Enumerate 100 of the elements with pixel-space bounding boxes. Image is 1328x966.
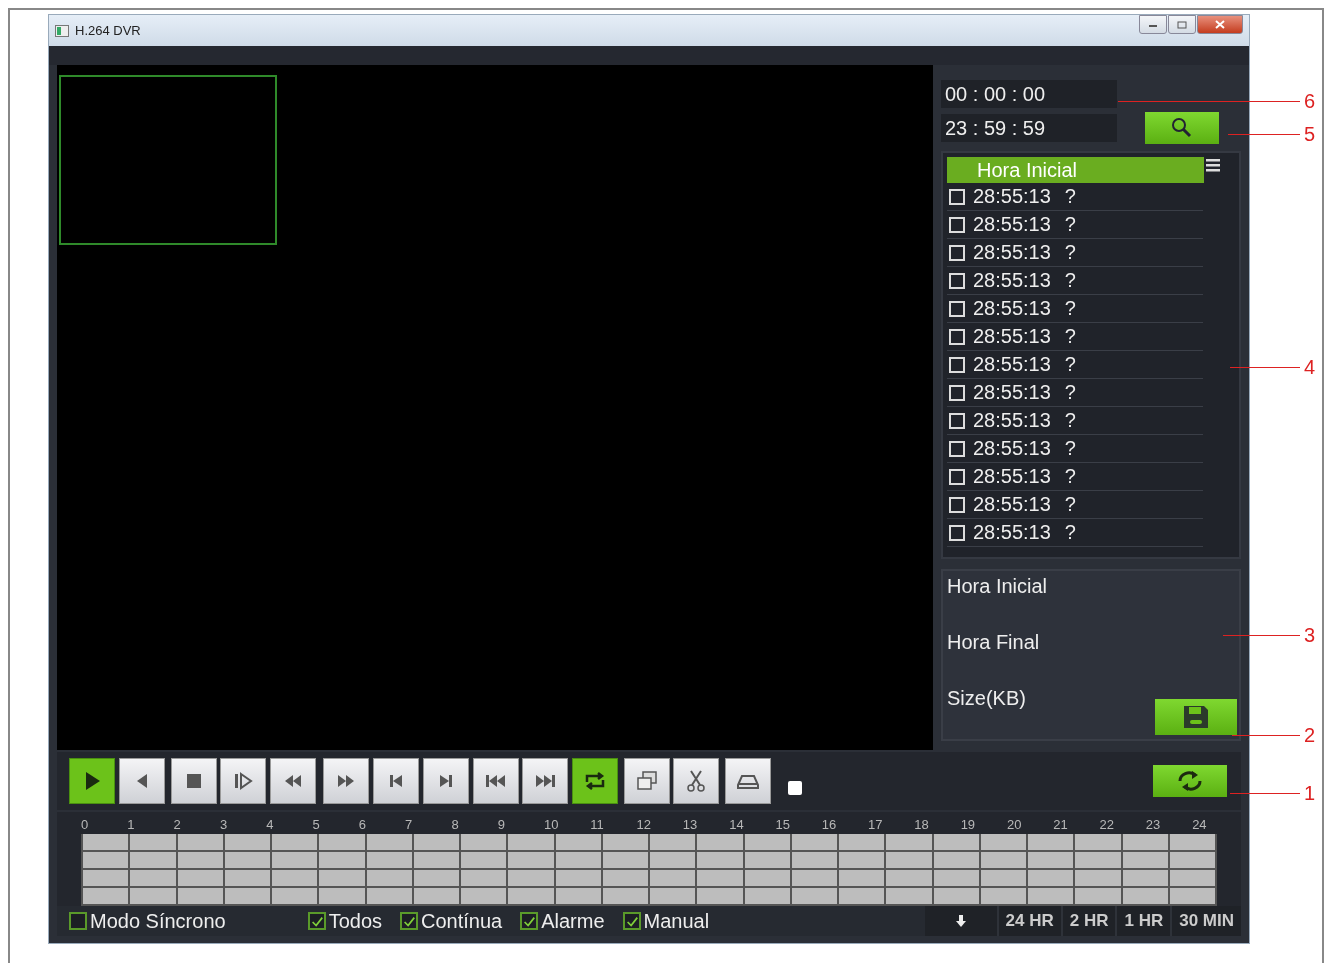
windows-button[interactable] xyxy=(624,758,670,804)
file-row[interactable]: 28:55:13 ? xyxy=(947,239,1203,267)
hour-label: 12 xyxy=(636,818,653,834)
cut-button[interactable] xyxy=(673,758,719,804)
checkbox[interactable] xyxy=(520,912,539,930)
row-status: ? xyxy=(1064,381,1076,404)
info-label: Hora Final xyxy=(947,631,1040,655)
row-time: 28:55:13 xyxy=(973,213,1051,236)
hour-label: 22 xyxy=(1099,818,1115,834)
callout-number: 4 xyxy=(1304,355,1316,379)
app-icon xyxy=(55,24,69,37)
forward-button[interactable] xyxy=(323,758,369,804)
file-row[interactable]: 28:55:13 ? xyxy=(947,407,1203,435)
file-row[interactable]: 28:55:13 ? xyxy=(947,211,1203,239)
file-row[interactable]: 28:55:13 ? xyxy=(947,295,1203,323)
hour-label: 9 xyxy=(497,818,506,834)
row-time: 28:55:13 xyxy=(973,353,1051,376)
back-button[interactable] xyxy=(119,758,165,804)
row-time: 28:55:13 xyxy=(973,381,1051,404)
rewind-button[interactable] xyxy=(270,758,316,804)
hour-label: 15 xyxy=(775,818,791,834)
file-row[interactable]: 28:55:13 ? xyxy=(947,323,1203,351)
leader-line xyxy=(1232,734,1300,736)
hour-label: 14 xyxy=(729,818,745,834)
skipforward-button[interactable] xyxy=(522,758,568,804)
skipback-button[interactable] xyxy=(473,758,519,804)
filter-checkbox[interactable]: Todos xyxy=(307,909,382,933)
refresh-button[interactable] xyxy=(1153,765,1227,797)
filter-checkbox[interactable]: Alarme xyxy=(520,909,605,933)
row-status: ? xyxy=(1064,409,1076,432)
filter-checkbox[interactable]: Manual xyxy=(622,909,710,933)
callout-number: 3 xyxy=(1304,623,1316,647)
hour-label: 10 xyxy=(543,818,560,834)
loop-button[interactable] xyxy=(572,758,618,804)
hour-label: 3 xyxy=(219,818,229,834)
last-button[interactable] xyxy=(423,758,469,804)
save-button[interactable] xyxy=(1155,699,1237,735)
hour-label: 2 xyxy=(173,818,182,834)
hour-label: 6 xyxy=(358,818,367,834)
info-label: Size(KB) xyxy=(947,687,1026,711)
file-row[interactable]: 28:55:13 ? xyxy=(947,435,1203,463)
checkbox[interactable] xyxy=(307,912,326,930)
leader-line xyxy=(1230,792,1300,794)
play-button[interactable] xyxy=(69,758,115,804)
camera-tile[interactable] xyxy=(59,75,277,245)
row-time: 28:55:13 xyxy=(973,465,1051,488)
hour-label: 21 xyxy=(1053,818,1069,834)
file-row[interactable]: 28:55:13 ? xyxy=(947,519,1203,547)
zoom-button[interactable]: 24 HR xyxy=(996,906,1061,936)
close-icon xyxy=(1215,20,1225,29)
row-time: 28:55:13 xyxy=(973,297,1051,320)
checkbox[interactable] xyxy=(622,912,641,930)
zoom-button[interactable]: 30 MIN xyxy=(1170,906,1241,936)
filter-checkbox[interactable]: Modo Síncrono xyxy=(69,909,226,933)
checkbox[interactable] xyxy=(69,912,87,930)
file-row[interactable]: 28:55:13 ? xyxy=(947,183,1203,211)
leader-line xyxy=(1230,366,1300,368)
hour-label: 1 xyxy=(127,818,136,834)
down-button[interactable] xyxy=(924,906,997,936)
maximize-button[interactable] xyxy=(1168,15,1196,34)
timeline[interactable]: 0 1 2 3 4 5 6 7 8 9 10 11 12 13 14 15 16 17 18 19 20 21 22 23 24 xyxy=(57,812,1241,906)
file-row[interactable]: 28:55:13 ? xyxy=(947,491,1203,519)
minimize-button[interactable] xyxy=(1139,15,1167,34)
end-time-field[interactable]: 23 : 59 : 59 xyxy=(941,114,1117,142)
first-button[interactable] xyxy=(373,758,419,804)
row-time: 28:55:13 xyxy=(973,269,1051,292)
drive-button[interactable] xyxy=(725,758,771,804)
search-icon xyxy=(1170,116,1194,140)
row-status: ? xyxy=(1064,353,1076,376)
info-label: Hora Inicial xyxy=(947,575,1048,599)
row-status: ? xyxy=(1064,325,1076,348)
row-status: ? xyxy=(1064,269,1076,292)
start-time-field[interactable]: 00 : 00 : 00 xyxy=(941,80,1117,108)
filter-checkbox[interactable]: Contínua xyxy=(400,909,503,933)
row-status: ? xyxy=(1064,241,1076,264)
file-row[interactable]: 28:55:13 ? xyxy=(947,351,1203,379)
search-button[interactable] xyxy=(1145,112,1219,144)
stop-button[interactable] xyxy=(171,758,217,804)
hour-label: 17 xyxy=(868,818,884,834)
row-time: 28:55:13 xyxy=(973,437,1051,460)
row-time: 28:55:13 xyxy=(973,409,1051,432)
hour-label: 11 xyxy=(590,818,605,834)
menu-icon[interactable] xyxy=(1206,157,1220,173)
file-row[interactable]: 28:55:13 ? xyxy=(947,267,1203,295)
step-button[interactable] xyxy=(220,758,266,804)
checkbox[interactable] xyxy=(400,912,418,930)
hour-label: 5 xyxy=(312,818,321,834)
zoom-button[interactable]: 1 HR xyxy=(1115,906,1171,936)
file-row[interactable]: 28:55:13 ? xyxy=(947,463,1203,491)
row-time: 28:55:13 xyxy=(973,493,1051,516)
callout-number: 6 xyxy=(1304,89,1316,113)
close-button[interactable] xyxy=(1197,15,1243,34)
file-row[interactable]: 28:55:13 ? xyxy=(947,379,1203,407)
zoom-button[interactable]: 2 HR xyxy=(1060,906,1116,936)
hour-label: 8 xyxy=(451,818,460,834)
timeline-grid[interactable] xyxy=(81,834,1217,906)
row-status: ? xyxy=(1064,185,1076,208)
row-status: ? xyxy=(1064,465,1076,488)
callout-number: 5 xyxy=(1304,122,1316,146)
hour-label: 18 xyxy=(914,818,930,834)
